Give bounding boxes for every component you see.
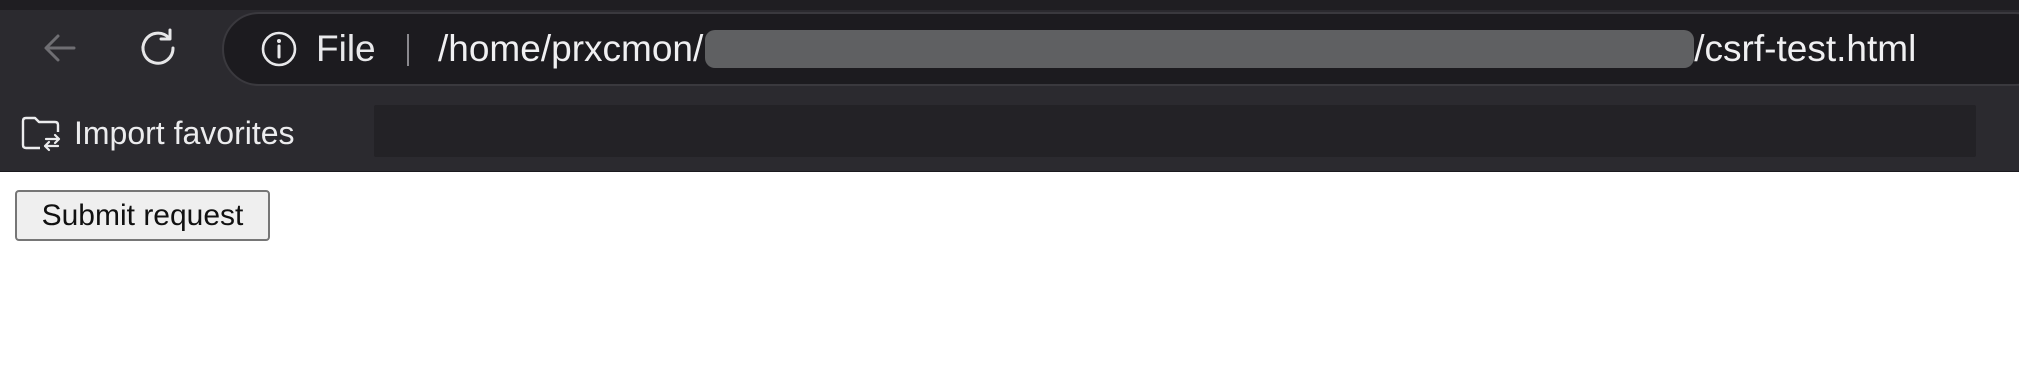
- favorites-bar: Import favorites: [0, 97, 2019, 171]
- scheme-label: File: [316, 28, 376, 69]
- reload-button[interactable]: [126, 18, 190, 82]
- info-circle-icon: [260, 30, 298, 68]
- reload-icon: [136, 26, 180, 74]
- folder-import-icon: [20, 112, 62, 154]
- page-content: Submit request: [0, 172, 2019, 387]
- import-favorites-label: Import favorites: [74, 114, 295, 151]
- url-prefix: /home/prxcmon/: [438, 28, 704, 69]
- address-divider: [407, 34, 409, 66]
- url-suffix: /csrf-test.html: [1694, 28, 1917, 69]
- back-button[interactable]: [28, 18, 92, 82]
- arrow-left-icon: [38, 26, 82, 74]
- submit-request-button[interactable]: Submit request: [15, 190, 270, 241]
- favorites-strip: [374, 105, 1976, 157]
- browser-chrome: File /home/prxcmon/ /csrf-test.html Impor…: [0, 0, 2019, 172]
- address-bar[interactable]: File /home/prxcmon/ /csrf-test.html: [222, 12, 2019, 86]
- tab-strip-edge: [0, 0, 2019, 10]
- import-favorites-button[interactable]: Import favorites: [20, 107, 295, 159]
- redacted-path: [705, 30, 1695, 68]
- browser-toolbar: File /home/prxcmon/ /csrf-test.html: [0, 0, 2019, 97]
- site-info-button[interactable]: File: [260, 14, 376, 84]
- url-text[interactable]: /home/prxcmon/ /csrf-test.html: [438, 14, 1916, 84]
